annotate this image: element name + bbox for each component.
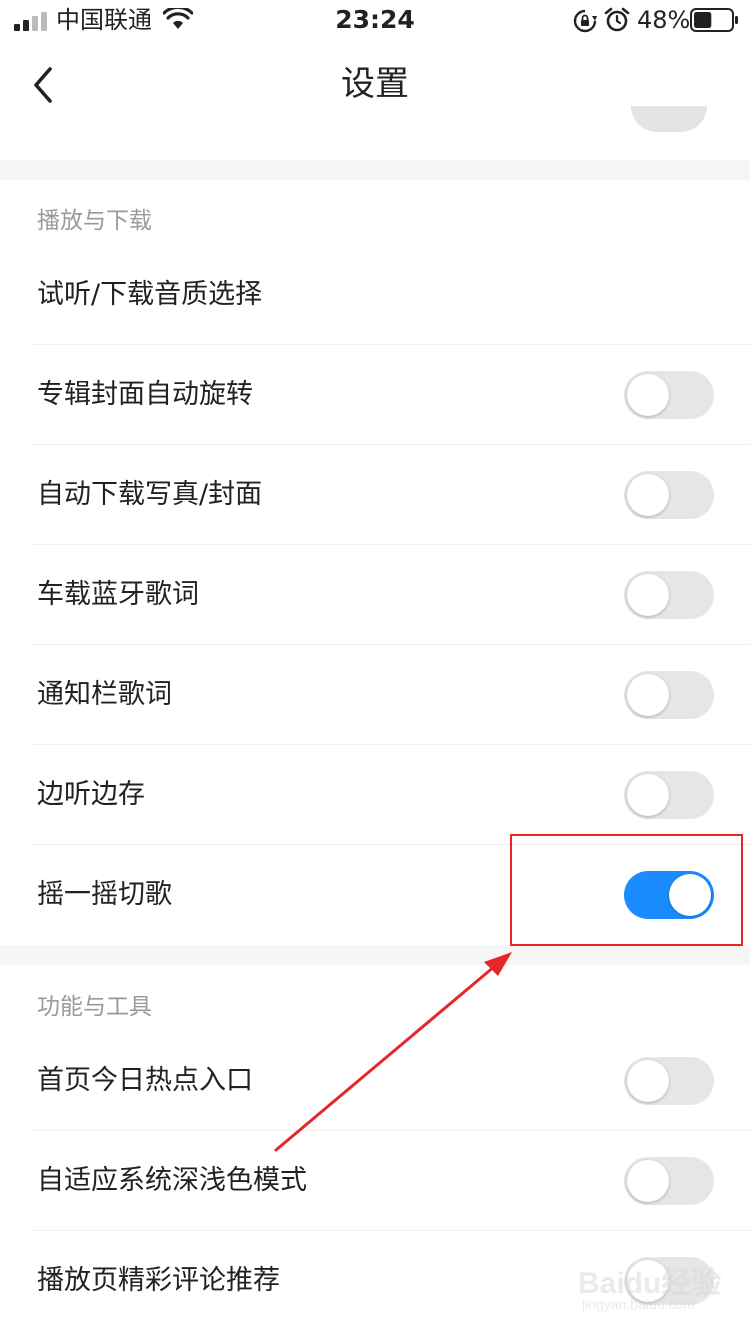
section-divider	[0, 945, 750, 965]
toggle-knob	[627, 774, 669, 816]
setting-row-home-hot-entry: 首页今日热点入口	[0, 1031, 750, 1131]
settings-screen: 中国联通 23:24 48% 设置 播放与下载 试听/下载音质选择 专辑封面自动…	[0, 0, 750, 1334]
toggle-knob	[627, 574, 669, 616]
toggle-knob	[627, 674, 669, 716]
section-divider	[0, 160, 750, 180]
alarm-icon	[604, 7, 630, 32]
setting-label: 播放页精彩评论推荐	[37, 1265, 280, 1296]
annotation-highlight-box	[510, 834, 743, 946]
setting-label: 边听边存	[37, 779, 145, 810]
setting-row-notification-lyrics: 通知栏歌词	[0, 645, 750, 745]
setting-row-adaptive-dark-mode: 自适应系统深浅色模式	[0, 1131, 750, 1231]
toggle-knob	[627, 474, 669, 516]
setting-label: 摇一摇切歌	[37, 879, 172, 910]
toggle-switch[interactable]	[624, 671, 714, 719]
toggle-knob	[627, 1160, 669, 1202]
setting-label: 车载蓝牙歌词	[37, 579, 199, 610]
setting-label: 首页今日热点入口	[37, 1065, 253, 1096]
page-title: 设置	[341, 64, 409, 104]
setting-row-audio-quality[interactable]: 试听/下载音质选择	[0, 245, 750, 345]
watermark-logo: Baidu经验 jingyan.baidu.com	[578, 1252, 728, 1322]
watermark-url: jingyan.baidu.com	[582, 1296, 695, 1312]
setting-label: 专辑封面自动旋转	[37, 379, 253, 410]
toggle-knob	[627, 1060, 669, 1102]
section-title-features-tools: 功能与工具	[37, 994, 152, 1020]
setting-label: 试听/下载音质选择	[37, 279, 263, 310]
toggle-switch[interactable]	[624, 371, 714, 419]
setting-label: 自适应系统深浅色模式	[37, 1165, 307, 1196]
setting-row-album-rotate: 专辑封面自动旋转	[0, 345, 750, 445]
toggle-switch[interactable]	[624, 1157, 714, 1205]
battery-percent: 48%	[637, 6, 691, 34]
toggle-switch[interactable]	[624, 1057, 714, 1105]
toggle-switch[interactable]	[624, 771, 714, 819]
battery-icon	[690, 8, 738, 32]
setting-label: 自动下载写真/封面	[37, 479, 263, 510]
toggle-switch[interactable]	[624, 571, 714, 619]
section-title-playback-download: 播放与下载	[37, 208, 152, 234]
setting-row-car-bluetooth-lyrics: 车载蓝牙歌词	[0, 545, 750, 645]
setting-label: 通知栏歌词	[37, 679, 172, 710]
toggle-switch[interactable]	[624, 471, 714, 519]
setting-row-auto-download-cover: 自动下载写真/封面	[0, 445, 750, 545]
rotation-lock-icon	[573, 9, 597, 33]
status-bar: 中国联通 23:24 48%	[0, 0, 750, 40]
toggle-knob	[627, 374, 669, 416]
setting-row-cache-while-listening: 边听边存	[0, 745, 750, 845]
